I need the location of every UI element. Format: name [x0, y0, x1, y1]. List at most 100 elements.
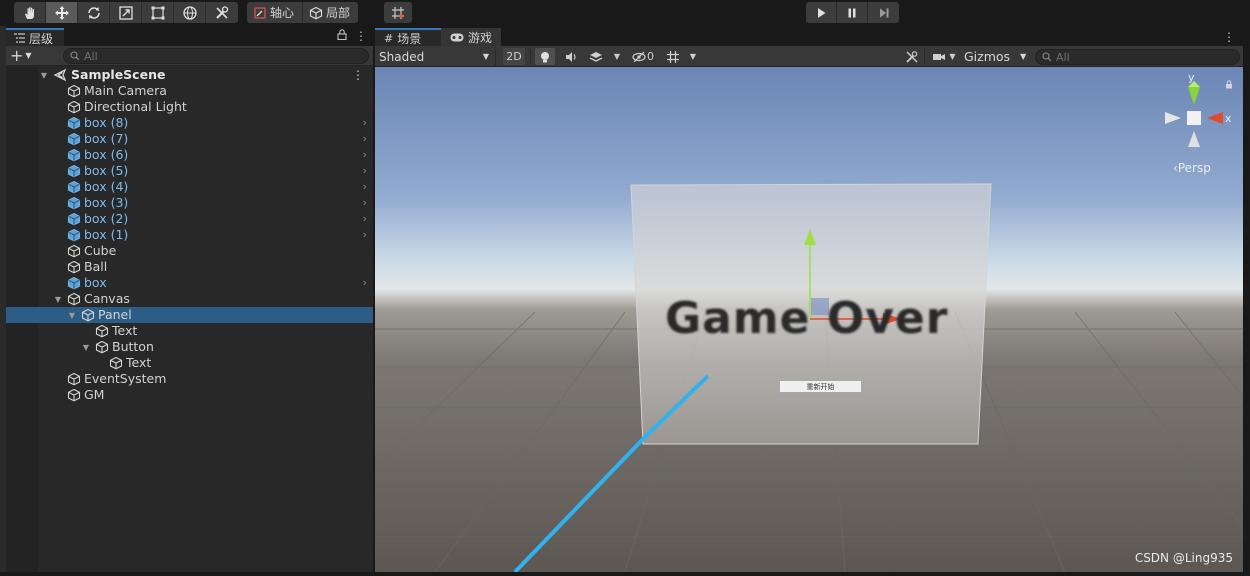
chevron-right-icon[interactable]: › — [363, 195, 367, 211]
hierarchy-row-label: EventSystem — [84, 371, 167, 386]
play-icon — [818, 7, 826, 18]
hierarchy-row[interactable]: box (6) › — [6, 147, 373, 163]
chevron-right-icon[interactable]: › — [363, 115, 367, 131]
gizmos-dropdown[interactable]: Gizmos ▼ — [964, 46, 1026, 67]
tab-scene[interactable]: # 场景 — [375, 28, 441, 46]
hierarchy-row-label: Cube — [84, 243, 117, 258]
chevron-right-icon[interactable]: › — [363, 227, 367, 243]
hierarchy-row[interactable]: Main Camera — [6, 83, 373, 99]
audio-toggle[interactable] — [561, 48, 581, 65]
grid-toggle[interactable] — [663, 48, 683, 65]
hierarchy-row-label: Directional Light — [84, 99, 187, 114]
expand-arrow-icon[interactable]: ▼ — [53, 291, 63, 307]
hierarchy-row[interactable]: box (5) › — [6, 163, 373, 179]
grid-snap-button[interactable] — [384, 2, 412, 23]
step-button[interactable] — [868, 2, 899, 23]
hierarchy-row[interactable]: GM — [6, 387, 373, 403]
perspective-toggle[interactable]: ‹Persp — [1173, 161, 1211, 175]
hidden-objects-toggle[interactable]: 0 — [628, 48, 658, 65]
rect-tool-button[interactable] — [142, 2, 174, 23]
pause-button[interactable] — [837, 2, 868, 23]
move-tool-button[interactable] — [46, 2, 78, 23]
hierarchy-row[interactable]: Cube — [6, 243, 373, 259]
chevron-right-icon[interactable]: › — [363, 211, 367, 227]
hierarchy-row[interactable]: box (3) › — [6, 195, 373, 211]
hierarchy-row-label: box (1) — [84, 227, 129, 242]
gameobject-cube-icon — [67, 388, 81, 402]
chevron-right-icon[interactable]: › — [363, 275, 367, 291]
lighting-toggle[interactable] — [535, 48, 555, 65]
effects-dropdown-caret[interactable]: ▼ — [611, 48, 623, 65]
search-icon — [1042, 52, 1052, 62]
unity-scene-icon — [53, 68, 67, 82]
expand-arrow-icon[interactable]: ▼ — [81, 339, 91, 355]
pivot-label: 轴心 — [270, 6, 295, 20]
eye-slash-icon — [632, 51, 646, 62]
prefab-cube-icon — [67, 180, 81, 194]
custom-tool-button[interactable] — [206, 2, 238, 23]
shading-mode-dropdown[interactable]: Shaded ▼ — [375, 46, 496, 67]
scene-kebab-icon[interactable]: ⋮ — [1223, 28, 1235, 46]
expand-arrow-icon[interactable]: ▼ — [67, 307, 77, 323]
main-toolbar: 轴心 局部 — [0, 0, 1250, 26]
tab-hierarchy[interactable]: 层级 — [6, 28, 64, 46]
hierarchy-row-label: box — [84, 275, 107, 290]
grid-snap-group — [384, 2, 412, 23]
transform-tool-button[interactable] — [174, 2, 206, 23]
hierarchy-search-input[interactable]: All — [63, 48, 369, 64]
hierarchy-row[interactable]: Text — [6, 323, 373, 339]
tab-scene-label: 场景 — [397, 31, 422, 46]
dropdown-caret-icon: ▼ — [1020, 52, 1027, 61]
transform-tools — [14, 2, 238, 23]
restart-button[interactable]: 重新开始 — [779, 380, 862, 393]
play-button[interactable] — [806, 2, 837, 23]
chevron-right-icon[interactable]: › — [363, 147, 367, 163]
effects-toggle[interactable] — [586, 48, 606, 65]
local-cube-icon — [309, 6, 323, 19]
hierarchy-row[interactable]: box (7) › — [6, 131, 373, 147]
hierarchy-row[interactable]: box (1) › — [6, 227, 373, 243]
hierarchy-row[interactable]: Text — [6, 355, 373, 371]
hand-tool-button[interactable] — [14, 2, 46, 23]
local-toggle[interactable]: 局部 — [303, 2, 358, 23]
pivot-toggle[interactable]: 轴心 — [247, 2, 304, 23]
hierarchy-row[interactable]: box (8) › — [6, 115, 373, 131]
hierarchy-row-label: box (4) — [84, 179, 129, 194]
hierarchy-row[interactable]: Directional Light — [6, 99, 373, 115]
rotate-tool-button[interactable] — [78, 2, 110, 23]
chevron-right-icon[interactable]: › — [363, 163, 367, 179]
hierarchy-row[interactable]: Ball — [6, 259, 373, 275]
kebab-menu-icon[interactable]: ⋮ — [355, 29, 367, 43]
hierarchy-row[interactable]: box (2) › — [6, 211, 373, 227]
chevron-right-icon[interactable]: › — [363, 131, 367, 147]
toolbar-separator — [530, 49, 531, 64]
hierarchy-row-label: box (3) — [84, 195, 129, 210]
gizmo-x-label: x — [1225, 112, 1232, 125]
tab-game[interactable]: 游戏 — [441, 28, 501, 46]
camera-settings-dropdown[interactable]: ▼ — [928, 48, 960, 65]
toolbar-separator — [924, 49, 925, 64]
scene-root-row[interactable]: ▼ SampleScene ⋮ — [6, 67, 373, 83]
expand-arrow-icon[interactable]: ▼ — [39, 67, 49, 83]
scene-viewport[interactable]: y x Game Over 重新开始 ‹Persp CSDN @Ling935 — [375, 67, 1243, 572]
scale-tool-button[interactable] — [110, 2, 142, 23]
chevron-right-icon[interactable]: › — [363, 179, 367, 195]
hierarchy-row[interactable]: ▼ Button — [6, 339, 373, 355]
hierarchy-row[interactable]: EventSystem — [6, 371, 373, 387]
hierarchy-row[interactable]: box (4) › — [6, 179, 373, 195]
grid-dropdown-caret[interactable]: ▼ — [686, 48, 700, 65]
hierarchy-row[interactable]: ▼ Panel — [6, 307, 373, 323]
create-button[interactable]: + ▼ — [10, 46, 38, 65]
hierarchy-row[interactable]: ▼ Canvas — [6, 291, 373, 307]
gameobject-cube-icon — [81, 308, 95, 322]
lock-icon[interactable] — [337, 29, 347, 40]
dropdown-caret-icon: ▼ — [482, 52, 489, 61]
component-tools-button[interactable] — [902, 48, 922, 65]
scene-search-input[interactable]: All — [1035, 49, 1240, 65]
video-camera-icon — [933, 53, 946, 60]
scene-kebab-icon[interactable]: ⋮ — [352, 67, 364, 83]
hierarchy-row[interactable]: box › — [6, 275, 373, 291]
bottom-window-edge — [0, 572, 1250, 576]
hierarchy-row-label: box (8) — [84, 115, 129, 130]
2d-toggle[interactable]: 2D — [503, 48, 525, 65]
